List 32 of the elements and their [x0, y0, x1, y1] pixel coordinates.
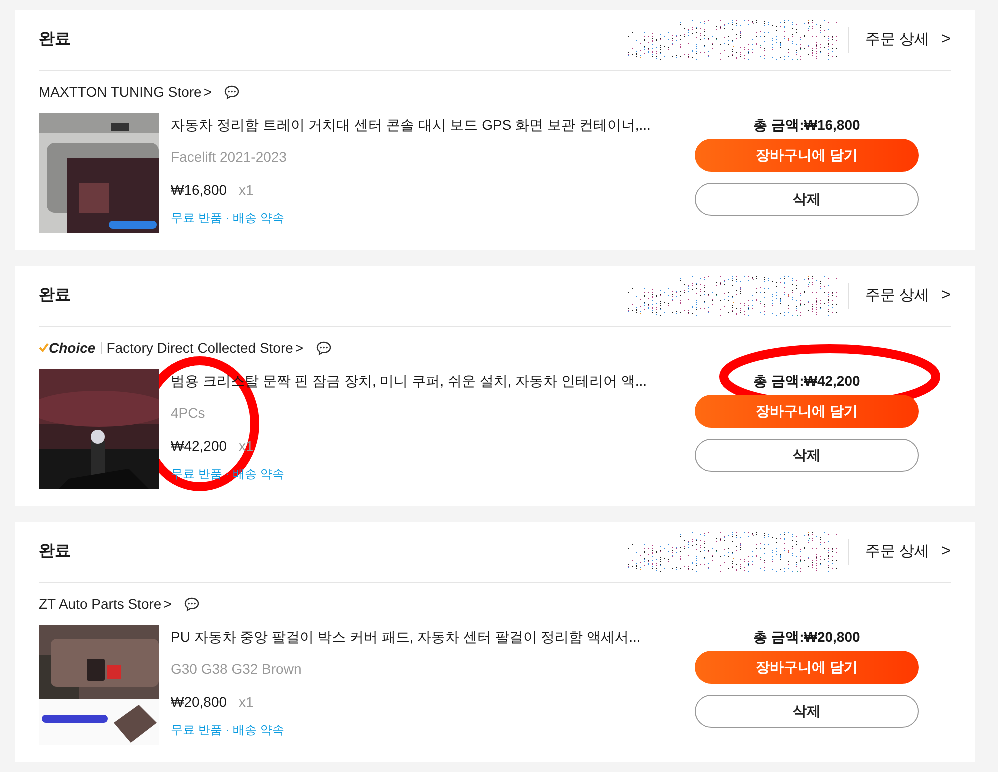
variant-text: 4PCs: [171, 404, 206, 423]
total-amount: 총 금액:₩16,800: [752, 116, 862, 135]
store-link[interactable]: ZT Auto Parts Store>: [39, 594, 172, 614]
order-detail-link[interactable]: 주문 상세 >: [865, 540, 951, 564]
quantity-text: x1: [239, 181, 254, 200]
check-icon: [39, 343, 49, 353]
price-text: ₩20,800: [171, 693, 228, 712]
variant-text: G30 G38 G32 Brown: [171, 660, 303, 679]
service-text: 무료 반품 · 배송 약속: [171, 210, 286, 227]
store-link[interactable]: Factory Direct Collected Store>: [106, 338, 304, 358]
chat-icon[interactable]: [316, 340, 332, 356]
chat-icon[interactable]: [224, 84, 240, 100]
order-detail-link[interactable]: 주문 상세 >: [865, 28, 951, 52]
variant-text: Facelift 2021-2023: [171, 148, 288, 167]
order-status: 완료: [39, 30, 71, 50]
total-amount: 총 금액:₩20,800: [752, 628, 862, 647]
quantity-text: x1: [239, 693, 254, 712]
product-title[interactable]: 자동차 정리함 트레이 거치대 센터 콘솔 대시 보드 GPS 화면 보관 컨테이너,...: [171, 115, 651, 135]
order-detail-link[interactable]: 주문 상세 >: [865, 284, 951, 308]
delete-button[interactable]: 삭제: [695, 183, 919, 216]
total-amount: 총 금액:₩42,200: [752, 372, 862, 391]
store-link[interactable]: MAXTTON TUNING Store>: [39, 82, 212, 102]
delete-button[interactable]: 삭제: [695, 439, 919, 472]
chat-icon[interactable]: [184, 596, 200, 612]
order-status: 완료: [39, 542, 71, 562]
delete-button[interactable]: 삭제: [695, 695, 919, 728]
price-text: ₩42,200: [171, 437, 228, 456]
product-title[interactable]: PU 자동차 중앙 팔걸이 박스 커버 패드, 자동차 센터 팔걸이 정리함 액세서...: [171, 627, 651, 647]
choice-label: Choice: [49, 338, 96, 358]
price-text: ₩16,800: [171, 181, 228, 200]
order-status: 완료: [39, 286, 71, 306]
service-text: 무료 반품 · 배송 약속: [171, 722, 286, 739]
